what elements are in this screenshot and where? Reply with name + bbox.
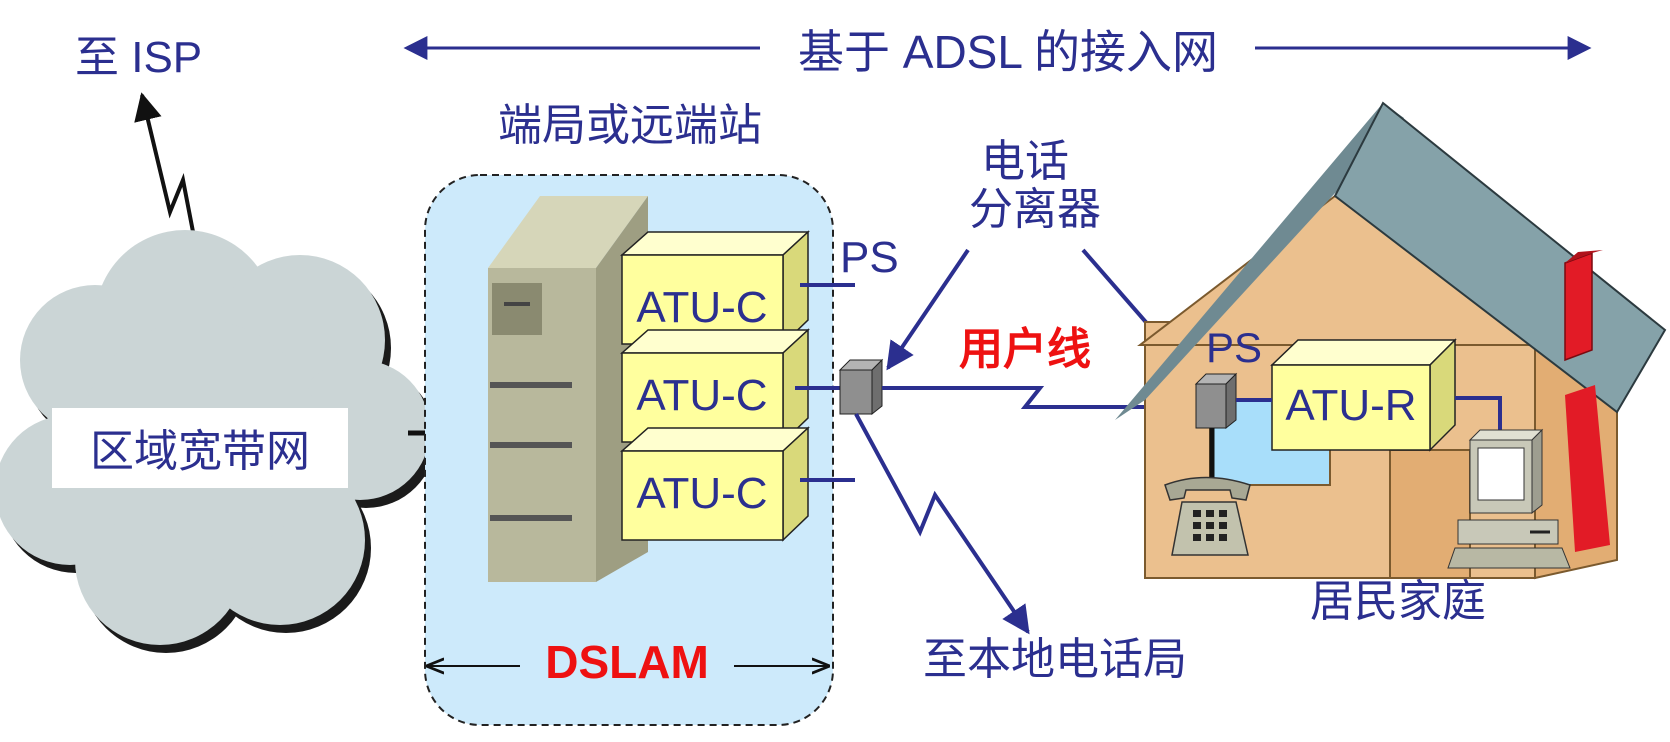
atu-r-label: ATU-R — [1285, 381, 1416, 430]
ps-right-label: PS — [1206, 324, 1262, 371]
adsl-access-network-label: 基于 ADSL 的接入网 — [798, 26, 1218, 78]
splitter-pointer-left — [886, 248, 970, 371]
residence-label: 居民家庭 — [1310, 577, 1486, 626]
dslam-label: DSLAM — [545, 636, 709, 688]
atu-c-label-3: ATU-C — [636, 469, 767, 518]
atu-c-label-2: ATU-C — [636, 371, 767, 420]
ps-left-label: PS — [840, 233, 899, 282]
central-office-label: 端局或远端站 — [498, 101, 762, 150]
adsl-diagram: 至 ISP 基于 ADSL 的接入网 端局或远端站 电话 分离器 PS PS 用… — [0, 0, 1670, 742]
phone-splitter-label-line2: 分离器 — [969, 185, 1101, 234]
local-exchange-link-icon — [854, 413, 1030, 635]
splitter-icon — [838, 358, 884, 416]
subscriber-line-label: 用户线 — [959, 325, 1091, 374]
to-isp-label: 至 ISP — [75, 33, 202, 82]
atu-c-label-1: ATU-C — [636, 283, 767, 332]
regional-broadband-label: 区域宽带网 — [90, 427, 310, 476]
local-exchange-label: 至本地电话局 — [923, 635, 1187, 684]
diagram-canvas: 至 ISP 基于 ADSL 的接入网 端局或远端站 电话 分离器 PS PS 用… — [0, 26, 1667, 726]
phone-splitter-label-line1: 电话 — [981, 137, 1069, 186]
splitter-icon-right — [1194, 372, 1238, 430]
